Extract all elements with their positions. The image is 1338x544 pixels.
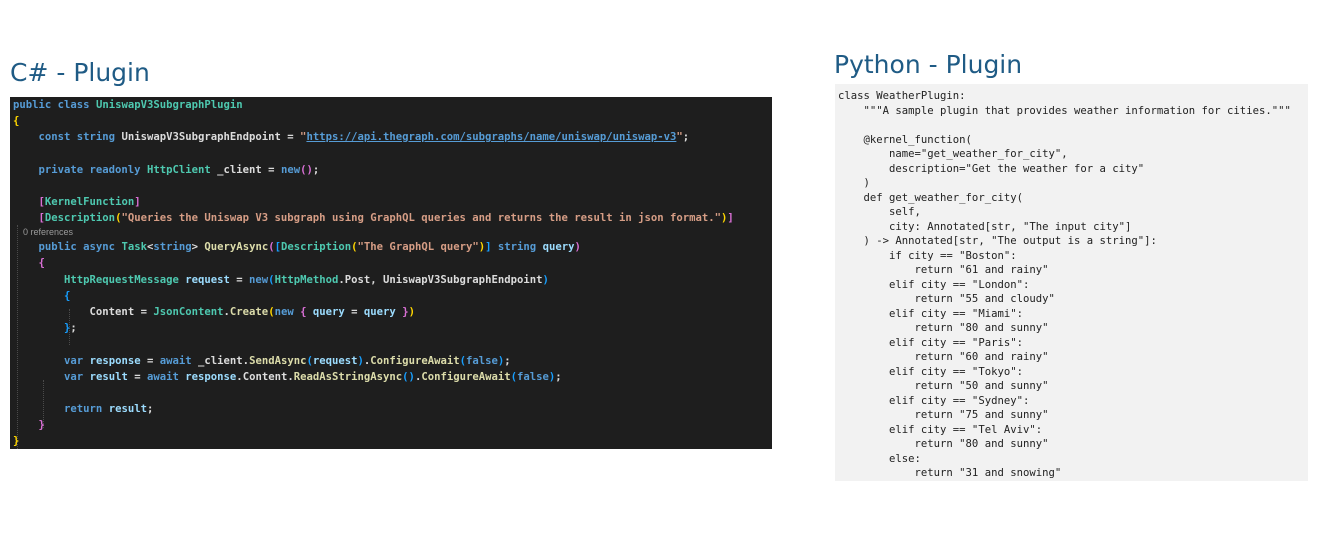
code-line: return result; bbox=[64, 403, 154, 415]
endpoint-url-link[interactable]: https://api.thegraph.com/subgraphs/name/… bbox=[306, 131, 676, 143]
python-code-line: return "55 and cloudy" bbox=[838, 293, 1055, 305]
code-line: HttpRequestMessage request = new(HttpMet… bbox=[64, 274, 549, 286]
code-line: var result = await response.Content.Read… bbox=[64, 371, 562, 383]
code-line: const string UniswapV3SubgraphEndpoint =… bbox=[38, 131, 690, 143]
code-line: { bbox=[64, 290, 71, 302]
python-code-line: elif city == "Paris": bbox=[838, 336, 1023, 349]
python-code-line: return "31 and snowing" bbox=[838, 467, 1062, 479]
code-line: [KernelFunction] bbox=[38, 196, 141, 208]
code-line: [Description("Queries the Uniswap V3 sub… bbox=[38, 212, 734, 224]
python-code-line: name="get_weather_for_city", bbox=[838, 148, 1068, 160]
python-code-line: def get_weather_for_city( bbox=[838, 191, 1023, 204]
python-code-line: elif city == "London": bbox=[838, 278, 1030, 291]
code-line: private readonly HttpClient _client = ne… bbox=[38, 164, 320, 176]
python-code-line: """A sample plugin that provides weather… bbox=[838, 104, 1291, 117]
python-code-line: if city == "Boston": bbox=[838, 249, 1017, 262]
code-line: }; bbox=[64, 322, 77, 334]
python-code-line: ) bbox=[838, 177, 870, 189]
python-code-line: else: bbox=[838, 452, 921, 465]
code-line: var response = await _client.SendAsync(r… bbox=[64, 355, 511, 367]
python-code-line: return "80 and sunny" bbox=[838, 438, 1049, 450]
code-line: public class UniswapV3SubgraphPlugin bbox=[13, 99, 243, 111]
python-code-line: description="Get the weather for a city" bbox=[838, 162, 1145, 175]
python-code-line: elif city == "Miami": bbox=[838, 307, 1023, 320]
python-code-line: return "50 and sunny" bbox=[838, 380, 1049, 392]
python-code-line: elif city == "Sydney": bbox=[838, 394, 1030, 407]
python-code-line: city: Annotated[str, "The input city"] bbox=[838, 220, 1132, 233]
python-code-line: elif city == "Tel Aviv": bbox=[838, 423, 1043, 436]
python-code-line: return "75 and sunny" bbox=[838, 409, 1049, 421]
python-code-line: class WeatherPlugin: bbox=[838, 90, 966, 102]
csharp-code-panel: public class UniswapV3SubgraphPlugin { c… bbox=[10, 97, 772, 449]
python-code-line bbox=[838, 118, 1291, 133]
python-code: class WeatherPlugin: """A sample plugin … bbox=[838, 89, 1291, 481]
python-code-panel: class WeatherPlugin: """A sample plugin … bbox=[835, 84, 1308, 481]
python-code-line: return "61 and rainy" bbox=[838, 264, 1049, 276]
python-plugin-heading: Python - Plugin bbox=[834, 50, 1023, 79]
code-line: } bbox=[38, 419, 45, 431]
code-line: } bbox=[13, 435, 20, 447]
python-code-line: return "80 and sunny" bbox=[838, 322, 1049, 334]
code-line: Content = JsonContent.Create(new { query… bbox=[89, 306, 415, 318]
code-line: public async Task<string> QueryAsync([De… bbox=[38, 241, 581, 253]
python-code-line: self, bbox=[838, 206, 921, 218]
python-code-line: return "60 and rainy" bbox=[838, 351, 1049, 363]
code-lens-references[interactable]: 0 references bbox=[13, 226, 73, 238]
python-code-line: ) -> Annotated[str, "The output is a str… bbox=[838, 235, 1157, 247]
csharp-plugin-heading: C# - Plugin bbox=[10, 58, 150, 87]
code-line: { bbox=[13, 115, 20, 127]
python-code-line: elif city == "Tokyo": bbox=[838, 365, 1023, 378]
code-line: { bbox=[38, 257, 45, 269]
python-code-line: @kernel_function( bbox=[838, 133, 972, 146]
